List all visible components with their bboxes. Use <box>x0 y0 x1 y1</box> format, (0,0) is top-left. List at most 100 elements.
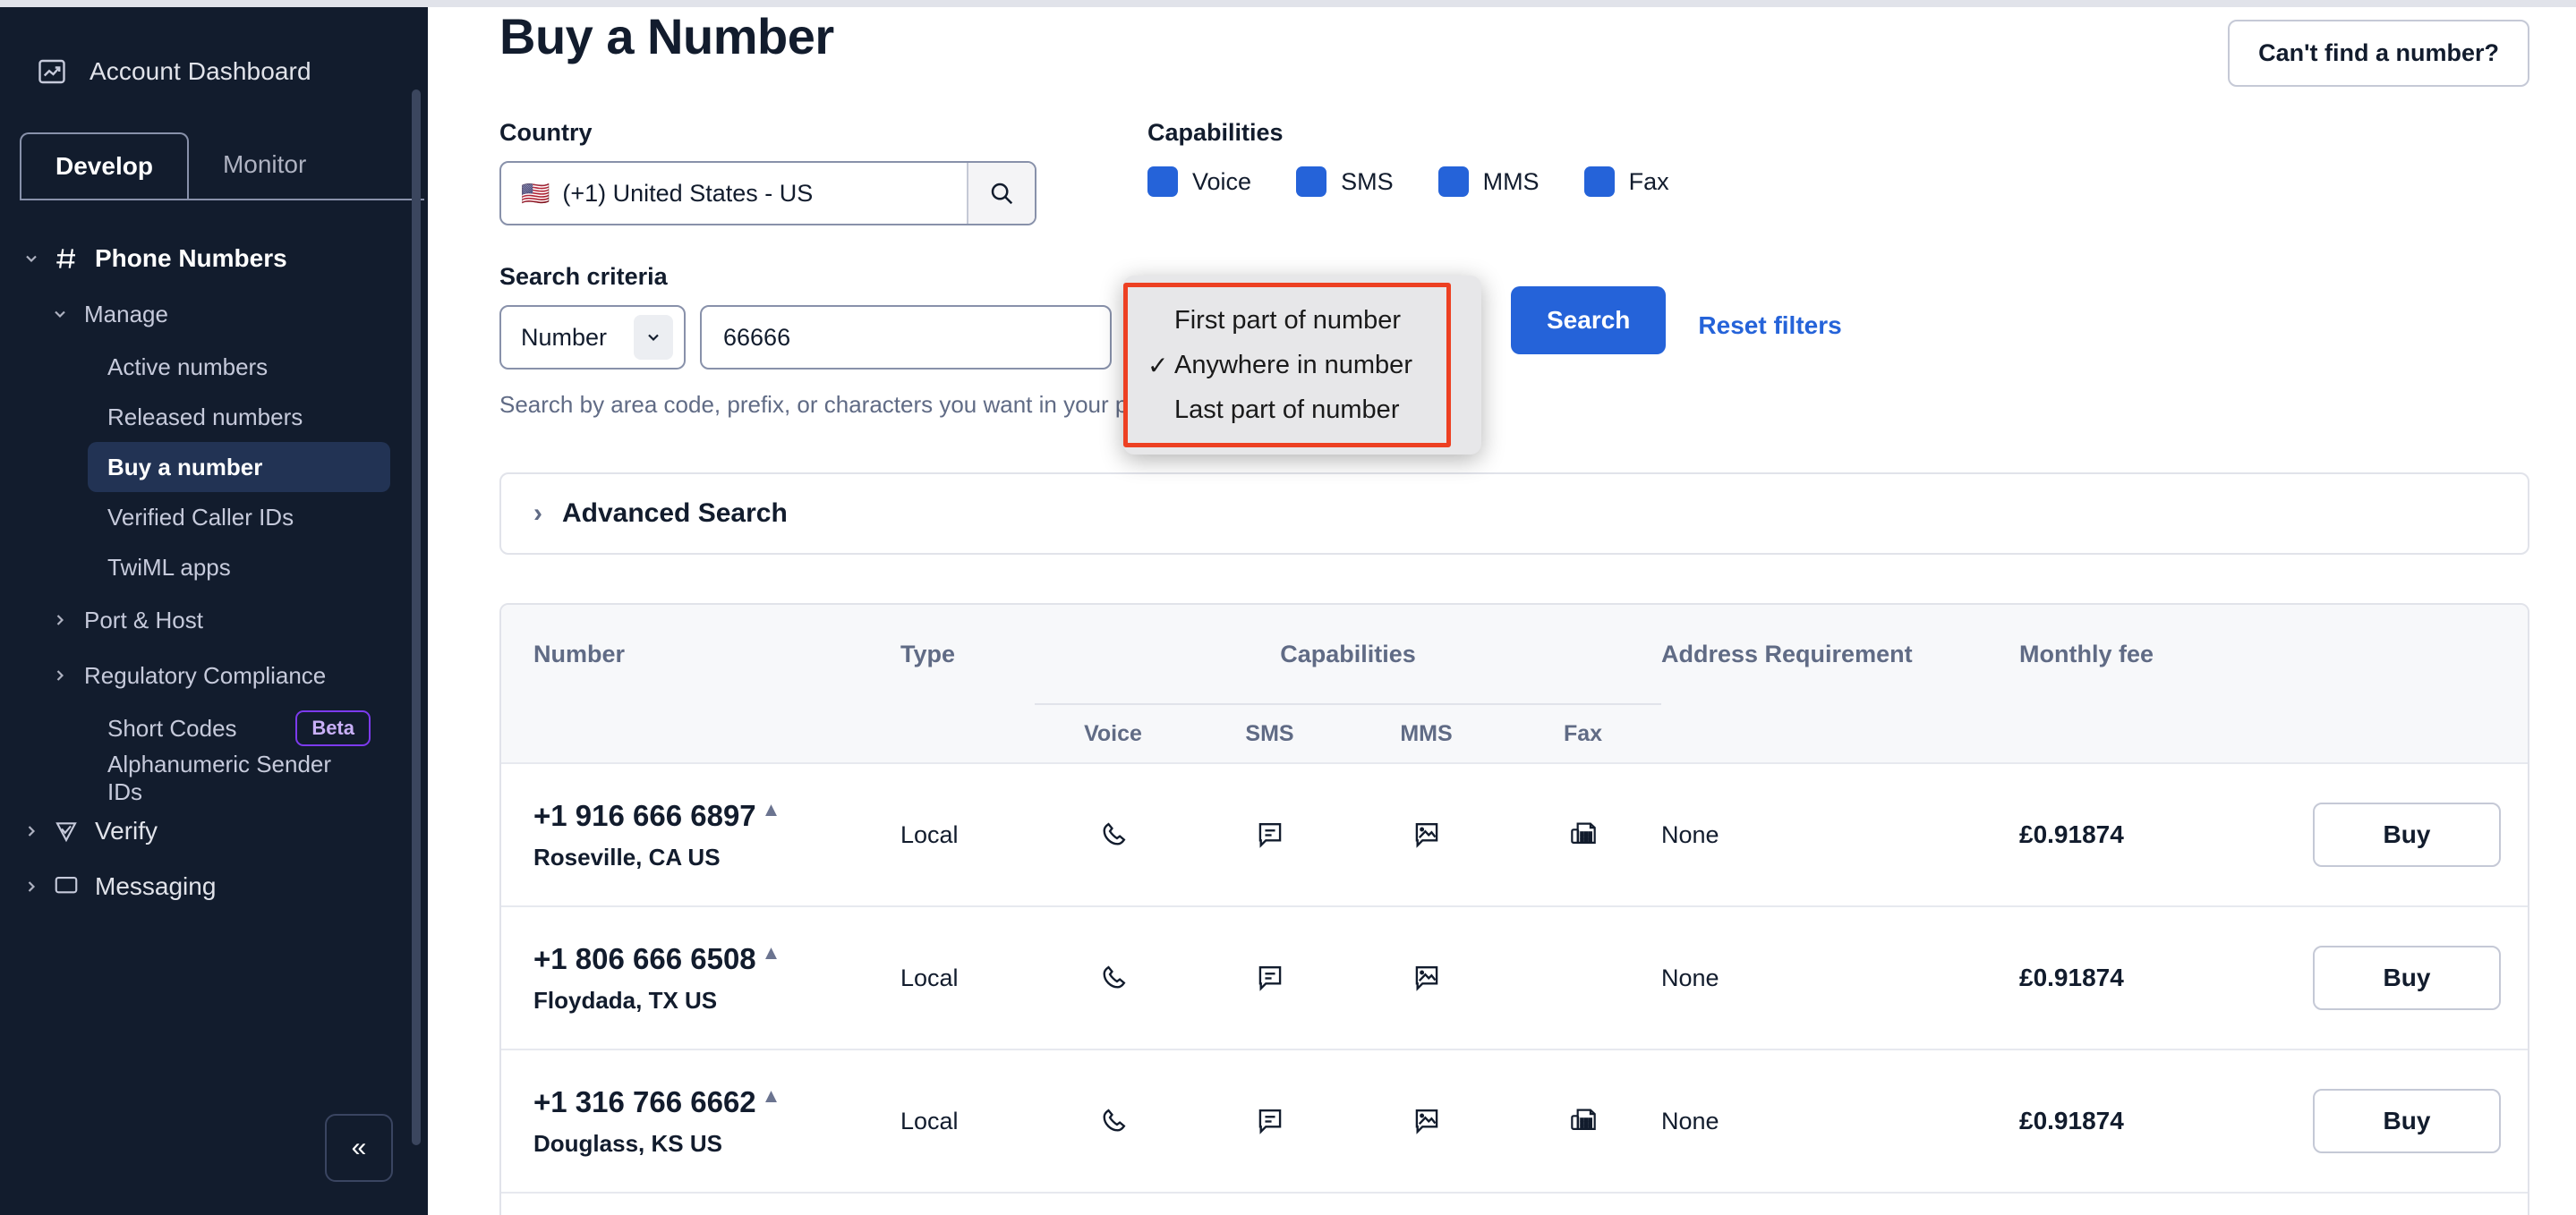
number-value: +1 316 766 6662 <box>533 1084 756 1118</box>
cell-buy: Buy <box>2288 803 2528 867</box>
table-row[interactable]: +1 586 666 6698 ▲ <box>501 1192 2528 1215</box>
cell-number: +1 316 766 6662 ▲ Douglass, KS US <box>501 1084 900 1158</box>
country-select[interactable]: 🇺🇸 (+1) United States - US <box>499 161 1036 225</box>
sidebar-item-phone-numbers[interactable]: Phone Numbers <box>0 231 428 286</box>
cell-type: Local <box>900 1107 959 1134</box>
cell-number: +1 916 666 6897 ▲ Roseville, CA US <box>501 798 900 871</box>
buy-button[interactable]: Buy <box>2313 803 2501 867</box>
sidebar-item-twiml-apps[interactable]: TwiML apps <box>88 542 390 592</box>
capability-fax <box>1505 1104 1661 1138</box>
sidebar-item-messaging[interactable]: Messaging <box>0 859 428 914</box>
capability-checkbox-mms[interactable]: MMS <box>1437 166 1540 197</box>
capability-subcolumns: Voice SMS MMS Fax <box>1035 703 1661 762</box>
sidebar-item-active-numbers[interactable]: Active numbers <box>88 342 390 392</box>
chevron-right-icon <box>47 667 73 684</box>
sidebar-item-buy-a-number-label: Buy a number <box>107 453 263 480</box>
filters-row-criteria: Search criteria Number 66666 Search by a… <box>499 263 2576 419</box>
column-header-number: Number <box>533 640 626 667</box>
country-search-button[interactable] <box>967 163 1035 224</box>
table-row[interactable]: +1 316 766 6662 ▲ Douglass, KS US Local <box>501 1049 2528 1192</box>
cant-find-a-number-button[interactable]: Can't find a number? <box>2228 20 2529 87</box>
tab-develop[interactable]: Develop <box>20 132 189 202</box>
results-table: Number Type Capabilities Address Require… <box>499 603 2529 1215</box>
sidebar-item-manage[interactable]: Manage <box>0 286 428 342</box>
table-row[interactable]: +1 916 666 6897 ▲ Roseville, CA US Local <box>501 762 2528 905</box>
capability-checkbox-voice[interactable]: Voice <box>1147 166 1251 197</box>
number-value-wrap: +1 806 666 6508 ▲ <box>533 941 900 976</box>
number-value-wrap: +1 916 666 6897 ▲ <box>533 798 900 833</box>
subcolumn-header-fax: Fax <box>1563 720 1603 746</box>
country-field: Country 🇺🇸 (+1) United States - US <box>499 119 1036 225</box>
triangle-info-icon[interactable]: ▲ <box>762 941 781 962</box>
menu-item-last-part-of-number[interactable]: Last part of number <box>1128 387 1446 432</box>
menu-item-last-part-of-number-label: Last part of number <box>1174 395 1400 424</box>
match-position-dropdown-menu[interactable]: First part of number ✓ Anywhere in numbe… <box>1123 276 1481 455</box>
cell-monthly-fee: £0.91874 <box>2019 820 2124 848</box>
sidebar-item-released-numbers[interactable]: Released numbers <box>88 392 390 442</box>
search-input[interactable]: 66666 <box>700 305 1112 370</box>
main-content: Buy a Number Can't find a number? Countr… <box>428 0 2576 1215</box>
capability-label-mms: MMS <box>1482 167 1540 195</box>
sidebar-item-manage-label: Manage <box>84 300 168 327</box>
table-header-main-row: Number Type Capabilities Address Require… <box>501 605 2528 703</box>
capability-voice <box>1035 1104 1191 1138</box>
search-icon <box>988 180 1015 207</box>
sidebar-scrollbar[interactable] <box>412 89 421 1145</box>
sidebar-item-port-and-host[interactable]: Port & Host <box>0 592 428 648</box>
account-dashboard-link[interactable]: Account Dashboard <box>0 7 428 88</box>
sidebar-item-messaging-label: Messaging <box>95 872 217 900</box>
sidebar-item-verified-caller-ids[interactable]: Verified Caller IDs <box>88 492 390 542</box>
sidebar-item-short-codes[interactable]: Short Codes Beta <box>88 703 390 753</box>
dashboard-chart-icon <box>36 55 68 88</box>
capability-checkbox-sms[interactable]: SMS <box>1296 166 1394 197</box>
search-button[interactable]: Search <box>1511 286 1667 354</box>
capability-fax-absent <box>1505 961 1661 995</box>
country-select-value: (+1) United States - US <box>562 179 814 207</box>
sidebar-item-alphanumeric-sender-ids[interactable]: Alphanumeric Sender IDs <box>88 751 390 805</box>
table-header: Number Type Capabilities Address Require… <box>501 605 2528 762</box>
buy-button[interactable]: Buy <box>2313 1089 2501 1153</box>
cell-address-requirement: None <box>1661 820 1719 848</box>
hash-icon <box>48 245 84 272</box>
sidebar-tabs: Develop Monitor <box>20 132 424 202</box>
capability-checkbox-fax[interactable]: Fax <box>1583 166 1669 197</box>
buy-button[interactable]: Buy <box>2313 946 2501 1010</box>
tab-monitor[interactable]: Monitor <box>189 132 340 200</box>
checkbox-sms[interactable] <box>1296 166 1327 197</box>
menu-item-first-part-of-number[interactable]: First part of number <box>1128 298 1446 343</box>
criteria-type-select[interactable]: Number <box>499 305 686 370</box>
checkbox-mms[interactable] <box>1437 166 1469 197</box>
advanced-search-toggle[interactable]: › Advanced Search <box>499 472 2529 555</box>
capabilities-label: Capabilities <box>1147 119 1284 146</box>
us-flag-icon: 🇺🇸 <box>521 180 550 207</box>
page-title: Buy a Number <box>499 8 834 64</box>
country-label: Country <box>499 119 593 146</box>
chevron-down-icon <box>634 315 673 360</box>
sidebar: Account Dashboard Develop Monitor Phone … <box>0 0 428 1215</box>
cell-capabilities <box>1035 818 1661 852</box>
main-top-strip <box>428 0 2576 7</box>
reset-filters-link[interactable]: Reset filters <box>1698 311 1841 340</box>
account-dashboard-label: Account Dashboard <box>90 57 311 85</box>
sidebar-item-verify[interactable]: Verify <box>0 803 428 859</box>
table-row[interactable]: +1 806 666 6508 ▲ Floydada, TX US Local <box>501 905 2528 1049</box>
triangle-info-icon[interactable]: ▲ <box>762 798 781 819</box>
menu-item-anywhere-in-number-label: Anywhere in number <box>1174 350 1412 379</box>
sidebar-item-phone-numbers-label: Phone Numbers <box>95 244 287 272</box>
sidebar-collapse-button[interactable]: « <box>325 1114 393 1182</box>
menu-item-anywhere-in-number[interactable]: ✓ Anywhere in number <box>1128 343 1446 387</box>
buy-a-number-page: Account Dashboard Develop Monitor Phone … <box>0 0 2576 1215</box>
sidebar-item-regulatory-compliance[interactable]: Regulatory Compliance <box>0 648 428 703</box>
sidebar-item-buy-a-number[interactable]: Buy a number <box>88 442 390 492</box>
column-header-monthly-fee: Monthly fee <box>2019 640 2154 667</box>
check-icon: ✓ <box>1147 351 1169 379</box>
column-header-type: Type <box>900 640 956 667</box>
number-value: +1 916 666 6897 <box>533 798 756 832</box>
checkbox-voice[interactable] <box>1147 166 1178 197</box>
capability-sms <box>1191 818 1348 852</box>
double-chevron-left-icon: « <box>351 1133 367 1162</box>
capability-sms <box>1191 961 1348 995</box>
triangle-info-icon[interactable]: ▲ <box>762 1084 781 1105</box>
capability-label-sms: SMS <box>1341 167 1394 195</box>
checkbox-fax[interactable] <box>1583 166 1615 197</box>
